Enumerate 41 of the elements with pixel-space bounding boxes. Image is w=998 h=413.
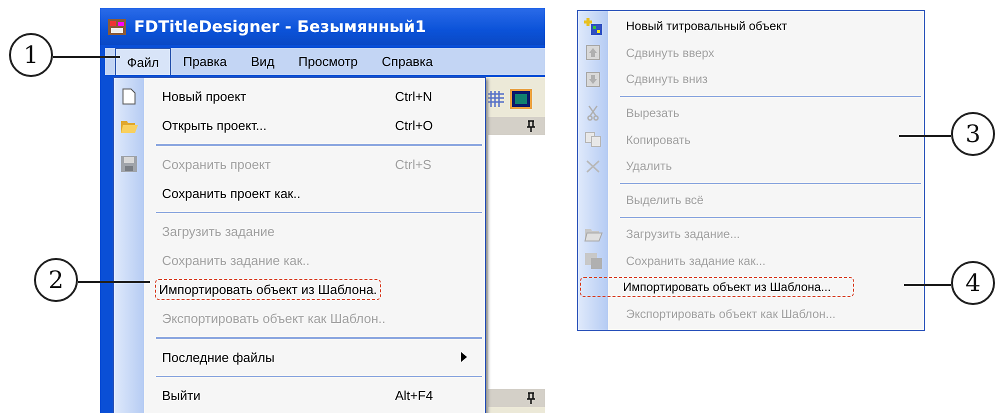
callout-number: 1 xyxy=(9,33,53,77)
cross-icon xyxy=(586,160,600,173)
save-icon xyxy=(584,252,602,269)
folder-icon xyxy=(584,226,602,242)
menu-bar-item[interactable]: Файл xyxy=(115,48,171,75)
app-icon xyxy=(108,18,126,34)
menu-bar-item[interactable]: Вид xyxy=(238,48,286,75)
menu-bar-item[interactable]: Просмотр xyxy=(286,48,370,75)
menu-item[interactable]: Последние файлы xyxy=(158,346,279,368)
leader-line xyxy=(899,135,951,137)
menu-bar-item[interactable]: Справка xyxy=(370,48,445,75)
callout-number: 4 xyxy=(951,261,995,305)
leader-line xyxy=(53,56,120,58)
page-icon xyxy=(122,88,136,105)
shortcut-text: Ctrl+O xyxy=(395,118,434,133)
menu-item[interactable]: Открыть проект... xyxy=(158,115,271,136)
menu-item[interactable]: Выйти xyxy=(158,385,204,406)
menu-item[interactable]: Импортировать объект из Шаблона. xyxy=(155,279,382,300)
pin-icon[interactable] xyxy=(527,120,535,132)
scissors-icon xyxy=(587,105,599,122)
up-arrow-icon xyxy=(586,45,600,60)
copy-icon xyxy=(585,132,601,148)
down-arrow-icon xyxy=(586,72,600,87)
shortcut-text: Alt+F4 xyxy=(395,388,434,403)
menu-bar-item[interactable]: Правка xyxy=(170,48,239,75)
window-title: FDTitleDesigner - Безымянный1 xyxy=(134,17,426,36)
menu-item[interactable]: Новый проект xyxy=(158,86,250,107)
color-swatch-icon[interactable] xyxy=(510,89,532,109)
menu-item[interactable]: Импортировать объект из Шаблона... xyxy=(580,277,854,298)
menu-item[interactable]: Новый титровальный объект xyxy=(622,16,792,36)
submenu-arrow-icon xyxy=(461,352,467,362)
grid-icon[interactable] xyxy=(488,91,504,107)
shortcut-text: Ctrl+S xyxy=(395,156,432,172)
pin-icon[interactable] xyxy=(527,392,535,404)
callout-number: 2 xyxy=(34,258,78,302)
leader-line xyxy=(78,281,150,283)
shortcut-text: Ctrl+N xyxy=(395,89,434,104)
new-object-icon xyxy=(584,18,602,35)
callout-number: 3 xyxy=(951,112,995,156)
menu-item[interactable]: Сохранить проект как.. xyxy=(158,182,304,204)
leader-line xyxy=(904,284,951,286)
